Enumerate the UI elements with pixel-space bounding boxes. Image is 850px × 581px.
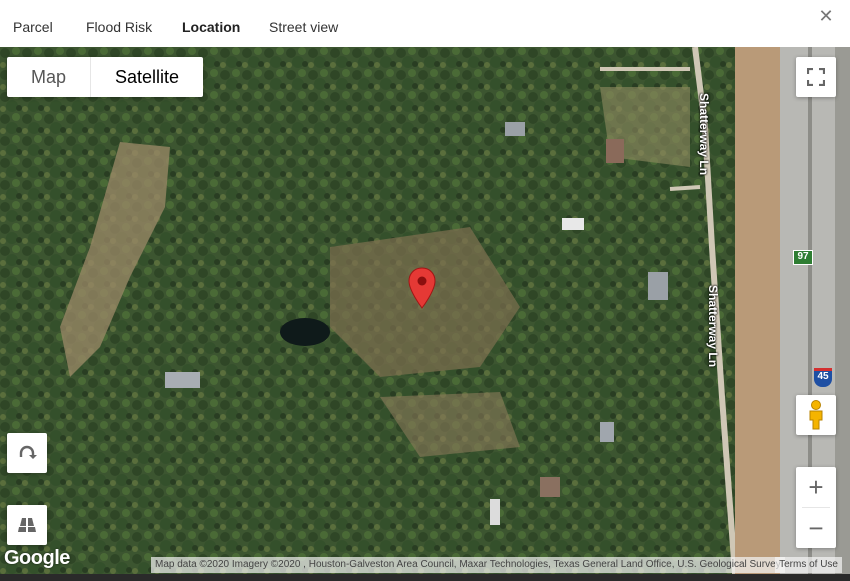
street-view-pegman-button[interactable] <box>796 395 836 435</box>
street-label-upper: Shatterway Ln <box>697 93 711 176</box>
bottom-edge <box>0 574 850 581</box>
map-type-map-button[interactable]: Map <box>7 57 92 97</box>
location-marker-icon[interactable] <box>408 267 436 309</box>
map-type-satellite-button[interactable]: Satellite <box>91 57 203 97</box>
rotate-button[interactable] <box>7 433 47 473</box>
fullscreen-icon <box>807 68 825 86</box>
pegman-icon <box>809 400 823 430</box>
close-icon[interactable]: ✕ <box>816 6 836 26</box>
zoom-in-button[interactable]: + <box>796 467 836 507</box>
satellite-imagery <box>0 47 850 574</box>
satellite-map[interactable]: Map Satellite Shatterway Ln Shatterway L… <box>0 47 850 574</box>
rotate-icon <box>19 445 37 459</box>
tab-street-view[interactable]: Street view <box>269 0 338 47</box>
street-label-lower: Shatterway Ln <box>706 285 720 368</box>
tab-flood-risk[interactable]: Flood Risk <box>86 0 152 47</box>
highway-shield-97: 97 <box>793 250 813 265</box>
interstate-shield-45: 45 <box>814 368 832 387</box>
fullscreen-button[interactable] <box>796 57 836 97</box>
google-logo: Google <box>4 547 70 569</box>
tilt-icon <box>18 518 36 532</box>
map-attribution: Map data ©2020 Imagery ©2020 , Houston-G… <box>151 557 785 573</box>
zoom-out-button[interactable]: − <box>796 508 836 548</box>
map-type-toggle: Map Satellite <box>7 57 204 97</box>
tab-location[interactable]: Location <box>182 0 240 47</box>
tilt-button[interactable] <box>7 505 47 545</box>
terms-of-use-link[interactable]: Terms of Use <box>775 557 842 573</box>
zoom-control: + − <box>796 467 836 548</box>
tab-parcel[interactable]: Parcel <box>13 0 53 47</box>
tab-bar: Parcel Flood Risk Location Street view ✕ <box>0 0 850 47</box>
